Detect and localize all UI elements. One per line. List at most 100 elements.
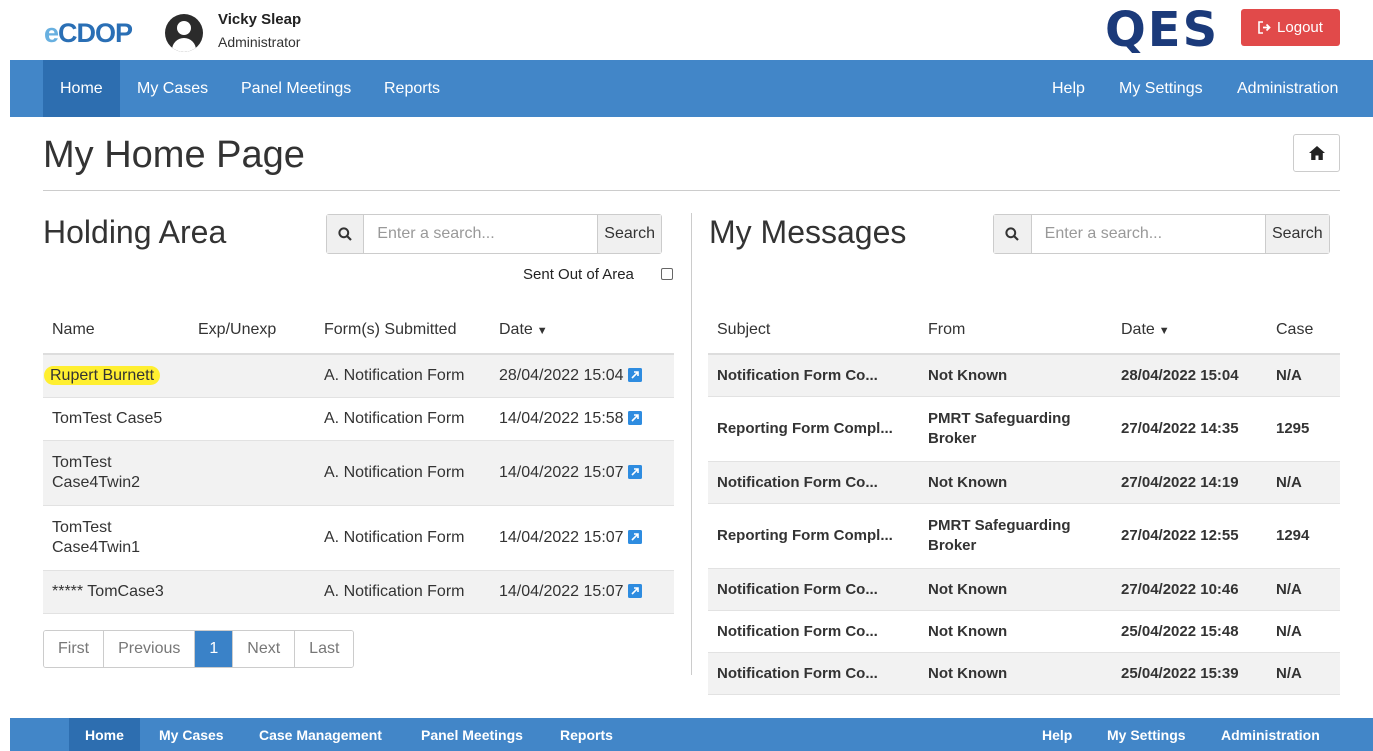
external-link-icon[interactable] <box>627 464 642 479</box>
message-from: Not Known <box>919 652 1112 695</box>
nav2-help[interactable]: Help <box>1026 718 1088 751</box>
table-row[interactable]: TomTest Case4Twin1 A. Notification Form … <box>43 505 674 571</box>
message-case: N/A <box>1267 354 1340 397</box>
nav-my-settings[interactable]: My Settings <box>1102 60 1220 117</box>
holding-exp <box>189 440 315 506</box>
col-subject[interactable]: Subject <box>708 306 919 355</box>
table-row[interactable]: Notification Form Co... Not Known 25/04/… <box>708 610 1340 653</box>
nav2-administration[interactable]: Administration <box>1205 718 1336 751</box>
table-row[interactable]: TomTest Case4Twin2 A. Notification Form … <box>43 440 674 506</box>
holding-exp <box>189 397 315 441</box>
external-link-icon[interactable] <box>627 583 642 598</box>
messages-search-button[interactable]: Search <box>1264 215 1329 253</box>
nav2-my-cases[interactable]: My Cases <box>143 718 240 751</box>
message-subject: Notification Form Co... <box>708 354 919 397</box>
external-link-icon[interactable] <box>627 367 642 382</box>
pagination: First Previous 1 Next Last <box>43 630 355 668</box>
message-subject: Notification Form Co... <box>708 610 919 653</box>
message-from: Not Known <box>919 610 1112 653</box>
holding-date: 14/04/2022 15:07 <box>499 528 624 546</box>
logout-label: Logout <box>1277 19 1323 36</box>
messages-table: Subject From Date ▼ Case Notification For… <box>708 306 1340 695</box>
nav-administration[interactable]: Administration <box>1220 60 1355 117</box>
holding-exp <box>189 505 315 571</box>
table-row[interactable]: Notification Form Co... Not Known 27/04/… <box>708 568 1340 611</box>
nav-reports[interactable]: Reports <box>367 60 457 117</box>
col-name[interactable]: Name <box>43 306 189 355</box>
messages-search-input[interactable] <box>1031 215 1265 253</box>
holding-name[interactable]: TomTest Case5 <box>43 397 189 441</box>
qes-brand-logo: QES <box>1105 2 1220 58</box>
holding-name[interactable]: Rupert Burnett <box>44 365 161 385</box>
nav2-home[interactable]: Home <box>69 718 140 751</box>
ecdop-logo[interactable]: eCDOP <box>44 18 133 49</box>
user-name: Vicky Sleap <box>218 11 302 28</box>
message-date: 28/04/2022 15:04 <box>1112 354 1267 397</box>
message-date: 25/04/2022 15:39 <box>1112 652 1267 695</box>
nav-my-cases[interactable]: My Cases <box>120 60 225 117</box>
nav-help[interactable]: Help <box>1035 60 1102 117</box>
page-first[interactable]: First <box>44 631 105 667</box>
table-row[interactable]: Rupert Burnett A. Notification Form 28/0… <box>43 354 674 398</box>
holding-date: 14/04/2022 15:58 <box>499 409 624 427</box>
holding-form: A. Notification Form <box>315 397 490 441</box>
page-next[interactable]: Next <box>233 631 296 667</box>
message-from: PMRT Safeguarding Broker <box>919 503 1112 569</box>
message-date: 27/04/2022 12:55 <box>1112 503 1267 569</box>
message-case: N/A <box>1267 610 1340 653</box>
external-link-icon[interactable] <box>627 410 642 425</box>
message-date: 27/04/2022 14:19 <box>1112 461 1267 504</box>
table-row[interactable]: ***** TomCase3 A. Notification Form 14/0… <box>43 570 674 614</box>
nav2-my-settings[interactable]: My Settings <box>1091 718 1202 751</box>
holding-name[interactable]: ***** TomCase3 <box>43 570 189 614</box>
logout-button[interactable]: Logout <box>1241 9 1340 46</box>
search-icon <box>994 215 1032 253</box>
nav-home[interactable]: Home <box>43 60 120 117</box>
home-icon <box>1308 146 1325 160</box>
table-row[interactable]: Notification Form Co... Not Known 25/04/… <box>708 652 1340 695</box>
page-previous[interactable]: Previous <box>104 631 196 667</box>
nav2-reports[interactable]: Reports <box>544 718 629 751</box>
table-row[interactable]: Reporting Form Compl... PMRT Safeguardin… <box>708 503 1340 569</box>
message-subject: Notification Form Co... <box>708 461 919 504</box>
nav-panel-meetings[interactable]: Panel Meetings <box>224 60 368 117</box>
sent-out-of-area-label: Sent Out of Area <box>523 266 634 283</box>
home-button[interactable] <box>1293 134 1340 172</box>
holding-table: Name Exp/Unexp Form(s) Submitted Date ▼ R… <box>43 306 674 614</box>
table-row[interactable]: Notification Form Co... Not Known 28/04/… <box>708 354 1340 397</box>
nav2-panel-meetings[interactable]: Panel Meetings <box>405 718 539 751</box>
holding-search-input[interactable] <box>364 215 598 253</box>
col-forms-submitted[interactable]: Form(s) Submitted <box>315 306 490 355</box>
table-row[interactable]: Notification Form Co... Not Known 27/04/… <box>708 461 1340 504</box>
col-date[interactable]: Date ▼ <box>490 306 674 355</box>
table-row[interactable]: TomTest Case5 A. Notification Form 14/04… <box>43 397 674 441</box>
sort-down-icon: ▼ <box>1158 324 1170 337</box>
holding-name[interactable]: TomTest Case4Twin1 <box>43 505 189 571</box>
col-case[interactable]: Case <box>1267 306 1340 355</box>
page-title: My Home Page <box>43 134 305 176</box>
col-msg-date[interactable]: Date ▼ <box>1112 306 1267 355</box>
search-icon <box>327 215 365 253</box>
col-exp-unexp[interactable]: Exp/Unexp <box>189 306 315 355</box>
main-nav: Home My Cases Panel Meetings Reports Hel… <box>10 60 1373 117</box>
user-avatar-icon <box>165 14 203 52</box>
sent-out-of-area-checkbox[interactable] <box>661 268 673 280</box>
message-case: 1295 <box>1267 396 1340 462</box>
external-link-icon[interactable] <box>627 529 642 544</box>
message-subject: Notification Form Co... <box>708 568 919 611</box>
message-case: N/A <box>1267 461 1340 504</box>
col-from[interactable]: From <box>919 306 1112 355</box>
holding-name[interactable]: TomTest Case4Twin2 <box>43 440 189 506</box>
my-messages-title: My Messages <box>709 214 907 250</box>
page-1[interactable]: 1 <box>195 631 234 667</box>
sort-down-icon: ▼ <box>536 324 548 337</box>
message-date: 27/04/2022 14:35 <box>1112 396 1267 462</box>
table-row[interactable]: Reporting Form Compl... PMRT Safeguardin… <box>708 396 1340 462</box>
page-last[interactable]: Last <box>295 631 354 667</box>
message-from: Not Known <box>919 354 1112 397</box>
message-date: 27/04/2022 10:46 <box>1112 568 1267 611</box>
nav2-case-management[interactable]: Case Management <box>243 718 398 751</box>
holding-search-button[interactable]: Search <box>597 215 661 253</box>
holding-area-title: Holding Area <box>43 214 227 250</box>
holding-form: A. Notification Form <box>315 354 490 398</box>
